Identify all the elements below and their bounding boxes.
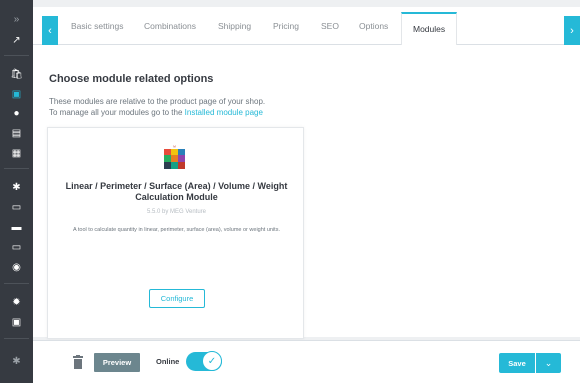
- customers-icon[interactable]: ●: [0, 104, 33, 122]
- configure-button[interactable]: Configure: [149, 289, 205, 308]
- tab-seo[interactable]: SEO: [321, 18, 339, 45]
- advanced-icon[interactable]: ▣: [0, 313, 33, 331]
- page-title: Choose module related options: [49, 73, 214, 85]
- tabs-scroll-right-icon[interactable]: ›: [564, 16, 580, 45]
- module-version: 5.5.0 by MEG Venture: [146, 209, 207, 215]
- module-description: A tool to calculate quantity in linear, …: [73, 227, 280, 233]
- sidebar-divider: [4, 283, 29, 284]
- tab-combinations[interactable]: Combinations: [144, 18, 196, 45]
- modules-description: These modules are relative to the produc…: [49, 96, 265, 118]
- international-icon[interactable]: ◉: [0, 258, 33, 276]
- tab-shipping[interactable]: Shipping: [218, 18, 251, 45]
- dashboard-icon[interactable]: ↗: [0, 31, 33, 49]
- collapse-icon[interactable]: »: [0, 10, 33, 28]
- tabs-scroll-left-icon[interactable]: ‹: [42, 16, 58, 45]
- description-line: To manage all your modules go to the Ins…: [49, 107, 265, 118]
- product-tabs: ‹ Basic settings Combinations Shipping P…: [33, 7, 580, 46]
- description-line: These modules are relative to the produc…: [49, 97, 266, 106]
- orders-icon[interactable]: 🛍: [0, 65, 33, 83]
- save-button[interactable]: Save: [499, 353, 535, 373]
- preview-button[interactable]: Preview: [94, 353, 140, 372]
- tab-options[interactable]: Options: [359, 18, 388, 45]
- product-footer: Preview Online ✓ Save ⌄: [33, 340, 580, 383]
- check-icon[interactable]: ✓: [202, 351, 222, 371]
- tab-modules[interactable]: Modules: [401, 12, 458, 46]
- stats-icon[interactable]: ▦: [0, 144, 33, 162]
- module-card: M Linear / Perimeter / Surface (Area) / …: [47, 127, 304, 339]
- trash-icon[interactable]: [73, 355, 83, 369]
- catalog-icon[interactable]: ▣: [0, 85, 33, 103]
- sidebar-divider: [4, 55, 29, 56]
- modules-panel: Choose module related options These modu…: [33, 45, 580, 339]
- tab-pricing[interactable]: Pricing: [273, 18, 299, 45]
- installed-module-page-link[interactable]: Installed module page: [185, 108, 263, 117]
- module-logo-icon: M: [163, 144, 186, 169]
- extensions-icon[interactable]: ✱: [0, 352, 33, 370]
- description-prefix: To manage all your modules go to the: [49, 108, 183, 117]
- modules-icon[interactable]: ✱: [0, 178, 33, 196]
- tab-basic-settings[interactable]: Basic settings: [71, 18, 123, 45]
- settings-icon[interactable]: ✹: [0, 293, 33, 311]
- save-dropdown-chevron-icon[interactable]: ⌄: [536, 353, 561, 373]
- sidebar-divider: [4, 338, 29, 339]
- shipping-icon[interactable]: ▬: [0, 218, 33, 236]
- messages-icon[interactable]: ▤: [0, 124, 33, 142]
- online-label: Online: [156, 357, 180, 366]
- admin-sidebar: » ↗ 🛍 ▣ ● ▤ ▦ ✱ ▭ ▬ ▭ ◉ ✹ ▣ ✱: [0, 0, 33, 383]
- design-icon[interactable]: ▭: [0, 198, 33, 216]
- payment-icon[interactable]: ▭: [0, 238, 33, 256]
- module-name: Linear / Perimeter / Surface (Area) / Vo…: [65, 181, 288, 202]
- sidebar-divider: [4, 168, 29, 169]
